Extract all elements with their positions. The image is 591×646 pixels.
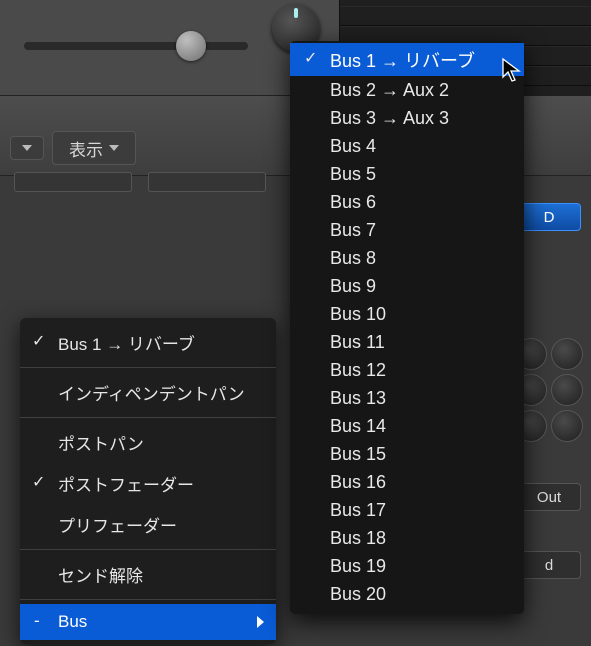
bus-menu-label: Bus 14 [330,416,386,436]
bus-menu-item[interactable]: Bus 11 [290,328,524,356]
bus-menu-item[interactable]: Bus 16 [290,468,524,496]
zoom-slider-track[interactable] [24,42,248,50]
send-context-menu: ✓ Bus 1 → リバーブ インディペンデントパン ポストパン ✓ ポストフェ… [20,318,276,644]
insert-slot-d[interactable]: D [517,203,581,231]
bus-menu-label: Bus 8 [330,248,376,268]
bus-menu-item[interactable]: Bus 20 [290,580,524,608]
bus-menu-item[interactable]: Bus 15 [290,440,524,468]
output-label: Out [537,489,561,506]
bus-menu-item[interactable]: Bus 8 [290,244,524,272]
bus-menu-label: Bus 15 [330,444,386,464]
bus-menu-item[interactable]: Bus 12 [290,356,524,384]
send-knob[interactable] [551,374,583,406]
menu-separator [20,417,276,418]
send-knob[interactable] [551,410,583,442]
bus-menu-label: Bus 5 [330,164,376,184]
bus-menu-item[interactable]: Bus 5 [290,160,524,188]
bus-menu-item[interactable]: Bus 4 [290,132,524,160]
bus-menu-label: Bus 11 [330,332,385,352]
bus-menu-label: Bus 18 [330,528,386,548]
bus-menu-label: Bus 16 [330,472,386,492]
menu-separator [20,599,276,600]
menu-item-label: センド解除 [58,567,143,586]
bus-menu-label: Bus 19 [330,556,386,576]
pan-indicator [294,8,298,18]
bus-menu-item[interactable]: Bus 18 [290,524,524,552]
bus-menu-item[interactable]: Bus 2 → Aux 2 [290,76,524,104]
bus-menu-label: Bus 2 → Aux 2 [330,80,449,100]
bus-menu-label: Bus 4 [330,136,376,156]
menu-item-remove-send[interactable]: センド解除 [20,554,276,595]
bus-menu-item[interactable]: Bus 9 [290,272,524,300]
menu-item-label: Bus [58,612,87,631]
menu-item-independent-pan[interactable]: インディペンデントパン [20,372,276,413]
slot-label: d [545,557,553,574]
bus-menu-item[interactable]: Bus 19 [290,552,524,580]
send-knob[interactable] [551,338,583,370]
bus-menu-label: Bus 13 [330,388,386,408]
menu-item-label: ポストフェーダー [58,476,194,495]
bus-menu-label: Bus 1 → リバーブ [330,51,475,71]
show-view-button[interactable]: 表示 [52,131,136,165]
bus-menu-item[interactable]: Bus 17 [290,496,524,524]
channel-slot[interactable] [148,172,266,192]
insert-label: D [544,209,555,226]
menu-item-current-send[interactable]: ✓ Bus 1 → リバーブ [20,322,276,363]
chevron-down-icon [109,145,119,151]
bus-menu-label: Bus 6 [330,192,376,212]
menu-item-label: インディペンデントパン [58,385,245,404]
bus-menu-item[interactable]: Bus 7 [290,216,524,244]
bus-menu-item[interactable]: ✓ Bus 1 → リバーブ [290,43,524,76]
menu-item-pre-fader[interactable]: プリフェーダー [20,504,276,545]
channel-slot[interactable] [14,172,132,192]
chevron-down-icon [22,145,32,151]
bus-menu-label: Bus 9 [330,276,376,296]
menu-item-label: ポストパン [58,435,144,454]
submenu-arrow-icon [257,616,264,628]
bus-menu-label: Bus 20 [330,584,386,604]
show-view-label: 表示 [69,136,103,161]
bus-menu-item[interactable]: Bus 14 [290,412,524,440]
menu-item-post-fader[interactable]: ✓ ポストフェーダー [20,463,276,504]
menu-item-label: Bus 1 → リバーブ [58,335,195,354]
check-icon: ✓ [304,48,317,68]
bus-menu-label: Bus 3 → Aux 3 [330,108,449,128]
bus-menu-label: Bus 7 [330,220,376,240]
bus-submenu: ✓ Bus 1 → リバーブ Bus 2 → Aux 2 Bus 3 → Aux… [290,41,524,614]
bus-menu-label: Bus 12 [330,360,386,380]
bus-menu-item[interactable]: Bus 10 [290,300,524,328]
bus-menu-item[interactable]: Bus 3 → Aux 3 [290,104,524,132]
check-icon: ✓ [32,331,45,351]
output-slot[interactable]: Out [517,483,581,511]
menu-item-post-pan[interactable]: ポストパン [20,422,276,463]
menu-item-label: プリフェーダー [58,517,177,536]
menu-separator [20,549,276,550]
bus-menu-label: Bus 17 [330,500,386,520]
check-icon: ✓ [32,472,45,492]
menu-separator [20,367,276,368]
zoom-slider-thumb[interactable] [176,31,206,61]
bus-menu-label: Bus 10 [330,304,386,324]
toolbar-dropdown-button[interactable] [10,136,44,160]
bus-menu-item[interactable]: Bus 6 [290,188,524,216]
slot-d2[interactable]: d [517,551,581,579]
bus-menu-item[interactable]: Bus 13 [290,384,524,412]
dash-icon: - [34,611,40,631]
menu-item-bus-submenu[interactable]: - Bus [20,604,276,640]
